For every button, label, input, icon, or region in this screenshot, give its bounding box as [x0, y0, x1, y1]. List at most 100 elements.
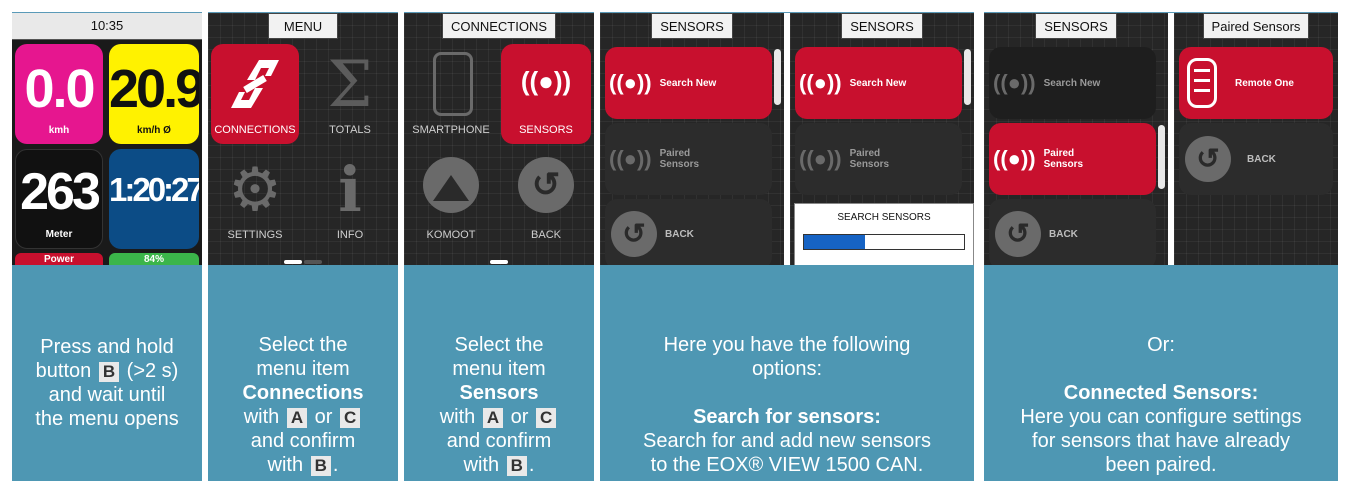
- menu-item-label: INFO: [336, 229, 364, 241]
- button-a-key: A: [286, 408, 308, 428]
- panel-text: menu item: [256, 358, 350, 380]
- panel-text: options:: [751, 358, 823, 380]
- power-label: Power: [43, 254, 74, 265]
- page-indicator: [284, 260, 302, 264]
- avg-speed-value: 20.9: [109, 59, 199, 119]
- panel-text: button: [35, 360, 92, 382]
- device-screen-menu: MENU CONNECTIONS Σ TOTALS ⚙ SETTINGS i I…: [208, 13, 398, 265]
- button-label: Search New: [849, 77, 907, 89]
- time-tile: 1:20:27: [109, 149, 199, 249]
- menu-item-label: SENSORS: [519, 124, 573, 136]
- sensor-icon: ((●)): [520, 66, 572, 96]
- panel-text: .: [332, 454, 339, 476]
- panel-text: Search for sensors:: [693, 406, 881, 428]
- menu-item-label: TOTALS: [329, 124, 371, 136]
- panel-text: Search for and add new sensors: [643, 430, 931, 452]
- menu-item-komoot[interactable]: KOMOOT: [407, 149, 495, 249]
- smartphone-icon: [433, 52, 473, 116]
- panel-text: with: [267, 454, 304, 476]
- panel-text: with: [463, 454, 500, 476]
- panel-text: to the EOX® VIEW 1500 CAN.: [650, 454, 924, 476]
- button-label: Search New: [1043, 77, 1101, 89]
- title-bar: SENSORS: [984, 13, 1168, 41]
- button-b-key: B: [98, 362, 120, 382]
- instruction-panel-2: Select the menu item Connections with A …: [208, 265, 398, 481]
- back-icon: ↺: [518, 157, 574, 213]
- panel-text: Press and hold: [40, 336, 174, 358]
- panel-text: Or:: [1147, 334, 1175, 356]
- sensor-icon: ((●)): [609, 146, 652, 171]
- back-icon: ↺: [611, 211, 657, 257]
- instruction-panel-3: Select the menu item Sensors with A or C…: [404, 265, 594, 481]
- device-screen-dashboard: 10:35 0.0 kmh 20.9 km/h Ø 263 Meter 1:20…: [12, 13, 202, 265]
- search-new-button[interactable]: ((●)) Search New: [989, 47, 1156, 119]
- battery-label: 84%: [143, 254, 164, 265]
- paired-sensors-button[interactable]: ((●)) Paired Sensors: [795, 123, 962, 195]
- panel-text: or: [314, 406, 333, 428]
- button-label: Paired Sensors: [659, 148, 700, 170]
- panel-text: with: [439, 406, 476, 428]
- button-label: Paired Sensors: [849, 148, 890, 170]
- device-screen-connections: CONNECTIONS SMARTPHONE ((●)) SENSORS KOM…: [404, 13, 594, 265]
- back-button[interactable]: ↺ BACK: [605, 199, 772, 265]
- meter-label: Meter: [45, 229, 73, 240]
- button-label: Remote One: [1235, 77, 1294, 89]
- title-bar: CONNECTIONS: [404, 13, 594, 41]
- title-bar: MENU: [208, 13, 398, 41]
- panel-text: the menu opens: [35, 408, 179, 430]
- search-dialog: SEARCH SENSORS: [794, 203, 974, 265]
- menu-item-settings[interactable]: ⚙ SETTINGS: [211, 149, 299, 249]
- paired-sensors-button[interactable]: ((●)) Paired Sensors: [605, 123, 772, 195]
- button-c-key: C: [536, 408, 557, 428]
- title-bar: SENSORS: [790, 13, 974, 41]
- page-indicator: [304, 260, 322, 264]
- progress-fill: [804, 235, 865, 249]
- menu-item-label: SETTINGS: [227, 229, 283, 241]
- instruction-panel-5: Or: Connected Sensors: Here you can conf…: [984, 265, 1338, 481]
- status-bar: 10:35: [12, 13, 202, 41]
- menu-item-totals[interactable]: Σ TOTALS: [305, 44, 395, 144]
- search-new-button[interactable]: ((●)) Search New: [605, 47, 772, 119]
- instruction-panel-1: Press and hold button B (>2 s) and wait …: [12, 265, 202, 481]
- panel-text: and wait until: [48, 384, 166, 406]
- step-5: SENSORS ((●)) Search New ((●)) Paired Se…: [984, 0, 1338, 481]
- screen-title: Paired Sensors: [1202, 13, 1310, 39]
- scrollbar[interactable]: [964, 49, 971, 105]
- back-icon: ↺: [1185, 136, 1231, 182]
- sensor-icon: ((●)): [993, 70, 1036, 95]
- step-1: 10:35 0.0 kmh 20.9 km/h Ø 263 Meter 1:20…: [12, 0, 202, 481]
- time-value: 1:20:27: [109, 171, 199, 208]
- step-4: SENSORS ((●)) Search New ((●)) Paired Se…: [600, 0, 974, 481]
- clock-time: 10:35: [90, 18, 124, 33]
- progress-bar: [803, 234, 965, 250]
- menu-item-back[interactable]: ↺ BACK: [501, 149, 591, 249]
- scrollbar[interactable]: [774, 49, 781, 105]
- panel-text: with: [243, 406, 280, 428]
- back-button[interactable]: ↺ BACK: [989, 199, 1156, 265]
- back-button[interactable]: ↺ BACK: [1179, 123, 1333, 195]
- button-b-key: B: [310, 456, 331, 476]
- back-icon: ↺: [995, 211, 1041, 257]
- button-c-key: C: [340, 408, 361, 428]
- speed-value: 0.0: [24, 59, 95, 119]
- paired-sensors-button[interactable]: ((●)) Paired Sensors: [989, 123, 1156, 195]
- meter-tile: 263 Meter: [15, 149, 103, 249]
- instruction-panel-4: Here you have the following options: Sea…: [600, 265, 974, 481]
- menu-item-smartphone[interactable]: SMARTPHONE: [407, 44, 495, 144]
- power-bar: Power: [15, 253, 103, 265]
- screen-title: SENSORS: [1035, 13, 1117, 39]
- panel-text: with B.: [208, 453, 398, 477]
- screen-title: SENSORS: [651, 13, 733, 39]
- sigma-icon: Σ: [327, 48, 373, 122]
- menu-item-label: KOMOOT: [426, 229, 476, 241]
- search-new-button[interactable]: ((●)) Search New: [795, 47, 962, 119]
- panel-text: Select the: [454, 334, 544, 356]
- remote-one-button[interactable]: Remote One: [1179, 47, 1333, 119]
- avg-speed-tile: 20.9 km/h Ø: [109, 44, 199, 144]
- sensor-icon: ((●)): [993, 146, 1036, 171]
- menu-item-sensors[interactable]: ((●)) SENSORS: [501, 44, 591, 144]
- menu-item-info[interactable]: i INFO: [305, 149, 395, 249]
- menu-item-connections[interactable]: CONNECTIONS: [211, 44, 299, 144]
- scrollbar[interactable]: [1158, 125, 1165, 189]
- panel-text: for sensors that have already: [1032, 430, 1290, 452]
